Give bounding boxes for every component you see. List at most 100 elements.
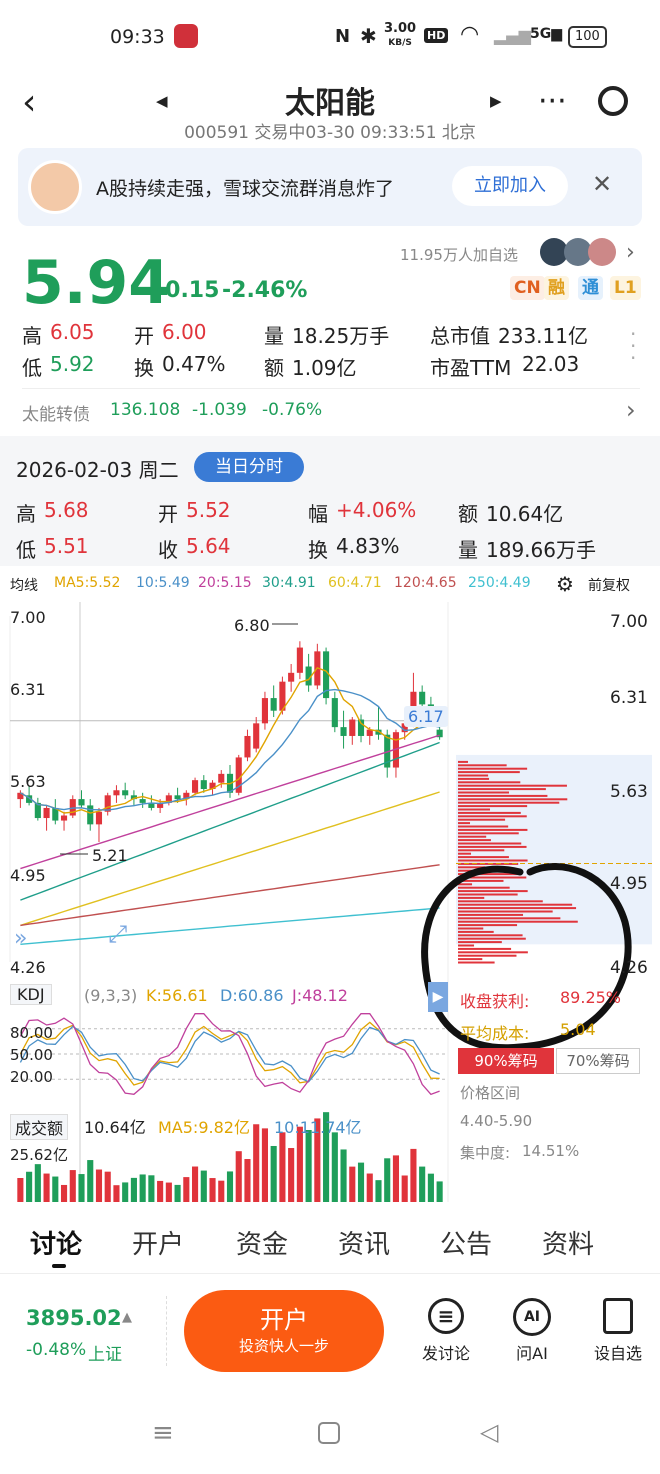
ask-ai-button[interactable]: AI 问AI xyxy=(502,1298,562,1364)
volume-bar xyxy=(244,1159,251,1202)
volume-label[interactable]: 成交额 xyxy=(10,1114,69,1140)
chip-bar xyxy=(458,760,468,763)
y-tick-1: 7.00 xyxy=(10,608,46,627)
back-nav-icon[interactable]: ◁ xyxy=(480,1418,498,1446)
chevron-right-icon[interactable]: › xyxy=(626,240,635,265)
day-vol-label: 量 xyxy=(458,538,478,562)
intraday-button[interactable]: 当日分时 xyxy=(194,452,304,482)
volume-bar xyxy=(366,1173,373,1202)
ma5-value: MA5:5.52 xyxy=(54,575,121,591)
tab-profile[interactable]: 资料 xyxy=(542,1224,594,1261)
chip-bar xyxy=(458,798,568,801)
menu-icon[interactable]: ≡ xyxy=(152,1418,174,1448)
settings-icon[interactable]: ⚙ xyxy=(556,572,574,596)
follower-avatars[interactable] xyxy=(540,238,620,266)
volume-max: 25.62亿 xyxy=(10,1146,68,1164)
day-close-label: 收 xyxy=(158,538,178,562)
open-account-button[interactable]: 开户 投资快人一步 xyxy=(184,1290,384,1372)
volume-bar xyxy=(174,1184,181,1202)
candle-body xyxy=(244,735,251,758)
candle-body xyxy=(288,672,295,682)
signal-5g-icon: 5G▆ xyxy=(530,26,562,42)
chip-bar xyxy=(458,818,506,821)
open-label: 开 xyxy=(134,324,154,348)
pe-label: 市盈TTM xyxy=(430,356,512,380)
panel-toggle-icon[interactable]: ▶ xyxy=(428,982,448,1012)
chip-bar xyxy=(458,934,523,937)
index-value[interactable]: 3895.02 xyxy=(26,1306,122,1330)
ma30-value: 30:4.91 xyxy=(262,575,316,591)
avatar xyxy=(28,160,82,214)
join-button[interactable]: 立即加入 xyxy=(452,166,568,206)
home-icon[interactable] xyxy=(318,1422,340,1444)
chip-bar xyxy=(458,893,518,896)
ma120-line xyxy=(20,864,440,927)
candle-body xyxy=(218,773,225,783)
volume-bar xyxy=(226,1171,234,1202)
expand-left-icon[interactable]: » xyxy=(14,926,27,951)
chip-bar xyxy=(458,781,521,784)
post-discussion-button[interactable]: ≡ 发讨论 xyxy=(416,1298,476,1364)
bond-name: 太能转债 xyxy=(22,405,90,425)
more-icon[interactable]: ··· xyxy=(538,84,567,119)
tab-open-account[interactable]: 开户 xyxy=(132,1224,184,1261)
banner-text: A股持续走强，雪球交流群消息炸了 xyxy=(96,178,394,200)
low-label: 低 xyxy=(22,356,42,380)
tab-news[interactable]: 资讯 xyxy=(338,1224,390,1261)
volume-bar xyxy=(419,1166,426,1202)
volume-ma5: MA5:9.82亿 xyxy=(158,1118,250,1137)
candle-body xyxy=(95,811,103,825)
concentration-label: 集中度: xyxy=(460,1144,511,1162)
ma10-value: 10:5.49 xyxy=(136,575,190,591)
volume-ma10: 10:11.74亿 xyxy=(274,1118,362,1137)
y-tick-4: 4.95 xyxy=(10,866,46,885)
volume-bar xyxy=(279,1132,286,1202)
chip-bar xyxy=(458,954,517,957)
chip-bar xyxy=(458,774,489,777)
ma250-value: 250:4.49 xyxy=(468,575,531,591)
search-icon[interactable] xyxy=(598,86,628,116)
fullscreen-icon[interactable]: ⤢ xyxy=(108,920,127,948)
chip-bar xyxy=(458,794,548,797)
adjust-mode[interactable]: 前复权 xyxy=(588,575,630,595)
tab-chip-70[interactable]: 70%筹码 xyxy=(556,1048,640,1074)
volume-bar xyxy=(139,1174,146,1202)
volume-bar xyxy=(410,1148,417,1202)
tab-funds[interactable]: 资金 xyxy=(236,1224,288,1261)
volume-bar xyxy=(192,1166,199,1202)
next-stock-icon[interactable]: ▶ xyxy=(490,92,502,110)
bluetooth-icon: ✱ xyxy=(360,24,377,48)
kdj-level-20: 20.00 xyxy=(10,1068,53,1086)
volume-bar xyxy=(253,1124,260,1202)
high-label: 高 xyxy=(22,324,42,348)
expand-dots-icon[interactable]: · · · xyxy=(630,324,636,368)
chip-bar xyxy=(458,845,527,848)
chip-bar xyxy=(458,859,528,862)
tab-chip-90[interactable]: 90%筹码 xyxy=(458,1048,554,1074)
close-icon[interactable]: ✕ xyxy=(592,170,612,198)
day-turn: 4.83% xyxy=(336,534,400,558)
volume-bar xyxy=(375,1180,382,1202)
ma-label: 均线 xyxy=(10,578,38,594)
high-annotation: 6.80 xyxy=(234,616,270,635)
chart-area[interactable]: 7.00 6.31 5.63 4.95 4.26 7.00 6.31 5.63 … xyxy=(0,602,660,1202)
promo-banner[interactable]: A股持续走强，雪球交流群消息炸了 立即加入 ✕ xyxy=(18,148,642,226)
kdj-label[interactable]: KDJ xyxy=(10,984,52,1005)
candle-body xyxy=(122,790,129,796)
candle-body xyxy=(349,719,356,736)
candle-body xyxy=(113,790,120,796)
tab-discussion[interactable]: 讨论 xyxy=(30,1224,82,1261)
day-open-label: 开 xyxy=(158,502,178,526)
chip-bar xyxy=(458,913,524,916)
mcap-value: 233.11亿 xyxy=(498,324,588,348)
price-change: -0.15 xyxy=(156,278,220,303)
add-watchlist-button[interactable]: 设自选 xyxy=(586,1298,650,1364)
ai-icon: AI xyxy=(513,1298,551,1336)
kline-chart[interactable] xyxy=(0,602,660,1202)
y-tick-5: 4.26 xyxy=(10,958,46,977)
bond-chevron-icon[interactable]: › xyxy=(626,396,636,424)
chip-bar xyxy=(458,832,519,835)
volume-bar xyxy=(157,1180,164,1202)
tab-announcements[interactable]: 公告 xyxy=(440,1224,492,1261)
high-value: 6.05 xyxy=(50,320,95,344)
